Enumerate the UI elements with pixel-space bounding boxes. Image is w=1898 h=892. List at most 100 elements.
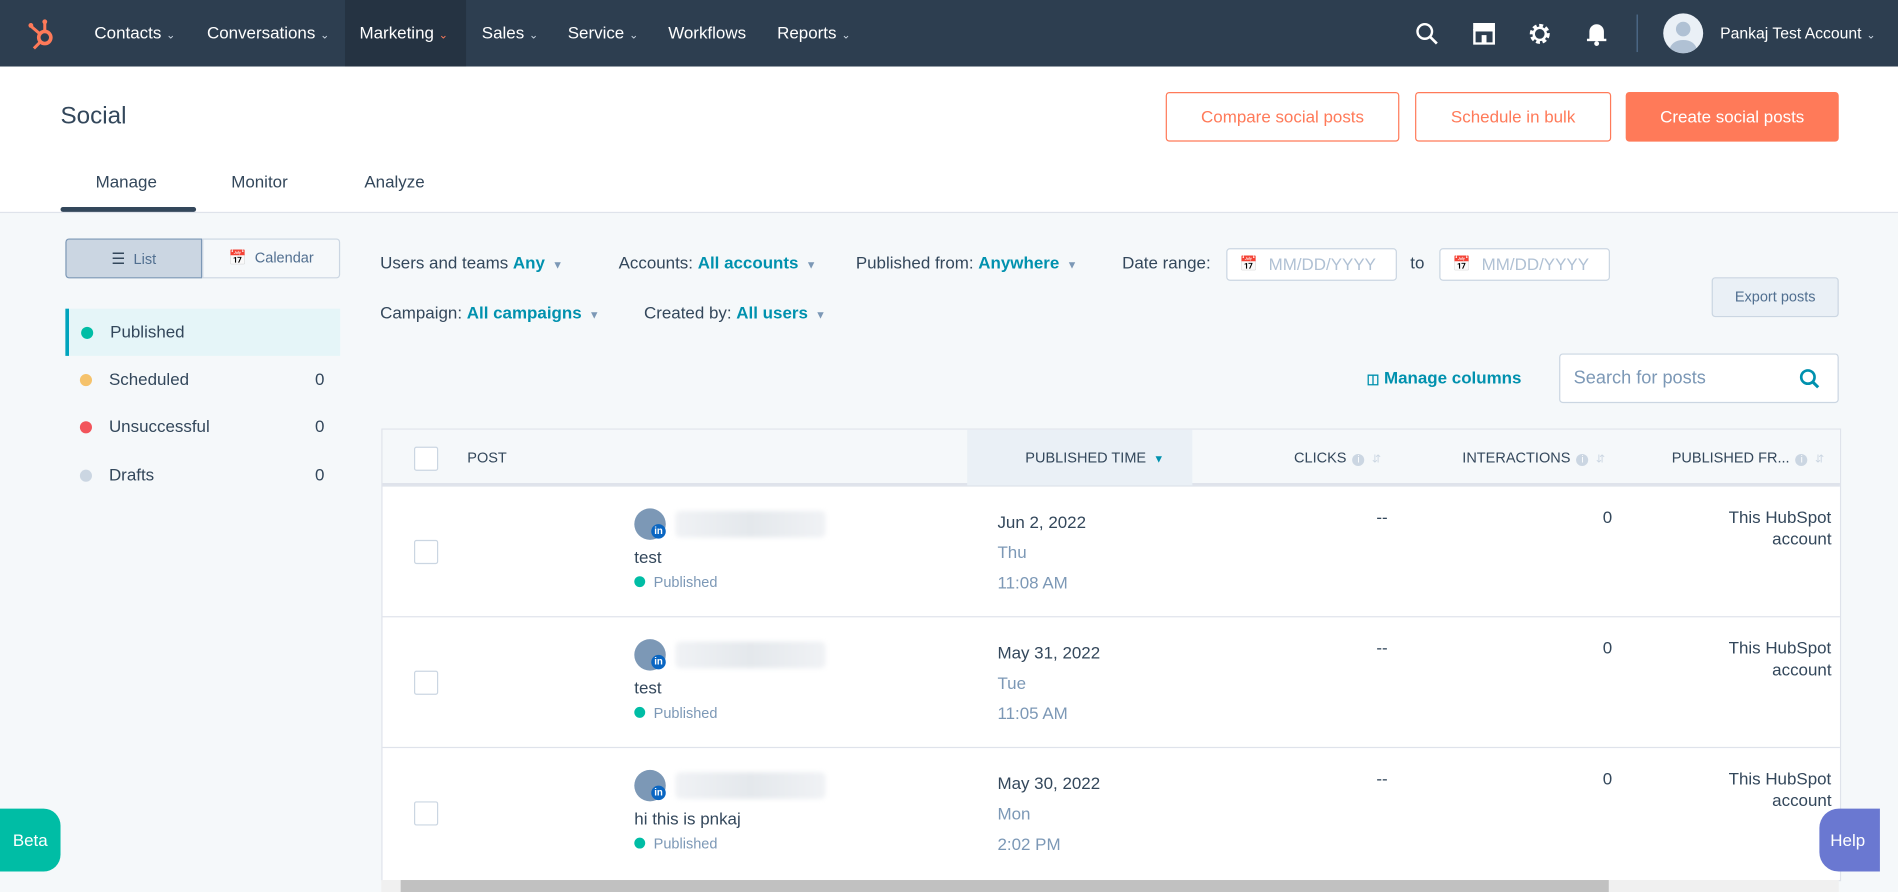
- table-row[interactable]: in test Published Jun 2, 2022 Thu 11:08 …: [382, 485, 1840, 617]
- published-from-filter[interactable]: Published from: Anywhere ▼: [856, 253, 1078, 272]
- export-posts-button[interactable]: Export posts: [1711, 277, 1839, 318]
- clicks-value: --: [1376, 637, 1388, 658]
- marketplace-icon[interactable]: [1471, 21, 1498, 51]
- search-icon[interactable]: [1799, 368, 1821, 396]
- row-checkbox[interactable]: [413, 801, 439, 826]
- status-dot: [81, 326, 94, 339]
- beta-button[interactable]: Beta: [0, 808, 61, 872]
- sidebar-item-drafts[interactable]: Drafts 0: [65, 452, 340, 499]
- caret-down-icon: ▼: [1066, 259, 1078, 272]
- nav-reports[interactable]: Reports ⌄: [777, 0, 850, 67]
- select-all-checkbox[interactable]: [413, 446, 439, 471]
- published-time: 11:08 AM: [997, 572, 1068, 592]
- status-dot: [634, 706, 646, 718]
- page-header: Social Compare social posts Schedule in …: [0, 66, 1898, 214]
- tab-manage[interactable]: Manage: [96, 172, 157, 191]
- published-from-value: This HubSpot: [1728, 637, 1832, 658]
- scrollbar-thumb[interactable]: [400, 880, 1609, 892]
- list-icon: ☰: [111, 249, 126, 268]
- manage-columns-button[interactable]: ◫ Manage columns: [1367, 368, 1522, 387]
- nav-divider: [1636, 14, 1638, 53]
- published-from-value-2: account: [1772, 790, 1832, 810]
- status-dot: [79, 469, 92, 482]
- column-clicks[interactable]: CLICKS i ⇵: [1294, 430, 1381, 486]
- active-tab-indicator: [60, 206, 197, 212]
- published-from-value: This HubSpot: [1728, 507, 1832, 527]
- sort-desc-icon: ▼: [1153, 452, 1165, 465]
- gear-icon[interactable]: [1528, 22, 1552, 52]
- post-text[interactable]: test: [634, 547, 661, 566]
- search-icon[interactable]: [1415, 22, 1439, 52]
- nav-contacts[interactable]: Contacts ⌄: [94, 0, 175, 67]
- sort-icon: ⇵: [1595, 452, 1605, 465]
- tab-monitor[interactable]: Monitor: [231, 172, 288, 191]
- clicks-value: --: [1376, 507, 1388, 527]
- schedule-in-bulk-button[interactable]: Schedule in bulk: [1415, 91, 1612, 142]
- nav-service[interactable]: Service ⌄: [568, 0, 638, 67]
- published-date: May 31, 2022: [997, 642, 1101, 663]
- search-input[interactable]: Search for posts: [1559, 353, 1839, 404]
- date-from-input[interactable]: 📅 MM/DD/YYYY: [1226, 248, 1397, 281]
- row-checkbox[interactable]: [413, 670, 439, 695]
- interactions-value: 0: [1602, 637, 1613, 658]
- campaign-filter[interactable]: Campaign: All campaigns ▼: [380, 303, 600, 322]
- sidebar-item-unsuccessful[interactable]: Unsuccessful 0: [65, 403, 340, 450]
- date-to-label: to: [1410, 252, 1425, 273]
- hubspot-logo[interactable]: [27, 17, 58, 51]
- horizontal-scrollbar[interactable]: [381, 880, 1839, 892]
- account-menu[interactable]: Pankaj Test Account ⌄: [1720, 0, 1875, 67]
- sidebar-item-scheduled[interactable]: Scheduled 0: [65, 356, 340, 403]
- accounts-filter[interactable]: Accounts: All accounts ▼: [619, 253, 817, 272]
- status-dot: [634, 837, 646, 849]
- post-status: Published: [634, 835, 717, 852]
- post-status: Published: [634, 574, 717, 591]
- caret-down-icon: ▼: [588, 308, 600, 321]
- columns-icon: ◫: [1366, 372, 1380, 388]
- tab-analyze[interactable]: Analyze: [364, 172, 424, 191]
- sort-icon: ⇵: [1814, 452, 1825, 465]
- info-icon: i: [1795, 453, 1808, 467]
- table-row[interactable]: in test Published May 31, 2022 Tue 11:05…: [382, 616, 1840, 748]
- post-text[interactable]: test: [634, 678, 661, 697]
- row-checkbox[interactable]: [413, 539, 439, 565]
- date-range-label: Date range:: [1122, 252, 1211, 273]
- published-date: May 30, 2022: [997, 773, 1101, 793]
- nav-marketing[interactable]: Marketing ⌄: [344, 0, 467, 67]
- chevron-down-icon: ⌄: [529, 29, 539, 42]
- help-button[interactable]: Help: [1819, 808, 1880, 872]
- compare-social-posts-button[interactable]: Compare social posts: [1165, 91, 1400, 142]
- caret-down-icon: ▼: [805, 259, 817, 272]
- date-to-input[interactable]: 📅 MM/DD/YYYY: [1439, 248, 1610, 281]
- nav-workflows[interactable]: Workflows: [668, 0, 746, 67]
- account-name-redacted: [675, 510, 826, 538]
- calendar-icon: 📅: [228, 249, 247, 267]
- table-row[interactable]: in hi this is pnkaj Published May 30, 20…: [382, 746, 1840, 879]
- sort-icon: ⇵: [1371, 452, 1382, 465]
- avatar[interactable]: [1663, 13, 1704, 54]
- published-date: Jun 2, 2022: [997, 512, 1087, 532]
- caret-down-icon: ▼: [815, 308, 826, 321]
- create-social-posts-button[interactable]: Create social posts: [1625, 91, 1839, 142]
- sidebar-item-published[interactable]: Published: [65, 308, 341, 356]
- column-published-time[interactable]: PUBLISHED TIME ▼: [1025, 430, 1164, 486]
- top-nav: Contacts ⌄ Conversations ⌄ Marketing ⌄ Sale…: [0, 0, 1898, 67]
- interactions-value: 0: [1602, 507, 1613, 527]
- users-teams-filter[interactable]: Users and teams Any ▼: [380, 253, 563, 272]
- linkedin-icon: in: [651, 654, 666, 670]
- chevron-down-icon: ⌄: [320, 29, 330, 42]
- published-time: 11:05 AM: [997, 703, 1068, 723]
- post-text[interactable]: hi this is pnkaj: [634, 809, 740, 828]
- clicks-value: --: [1376, 768, 1388, 789]
- column-published-from[interactable]: PUBLISHED FR... i ⇵: [1672, 430, 1824, 486]
- created-by-filter[interactable]: Created by: All users ▼: [644, 303, 826, 322]
- page-title: Social: [60, 102, 127, 130]
- column-interactions[interactable]: INTERACTIONS i ⇵: [1462, 430, 1605, 486]
- nav-conversations[interactable]: Conversations ⌄: [207, 0, 329, 67]
- caret-down-icon: ▼: [552, 259, 563, 272]
- status-dot: [634, 576, 646, 588]
- nav-sales[interactable]: Sales ⌄: [482, 0, 538, 67]
- info-icon: i: [1352, 453, 1365, 467]
- list-view-button[interactable]: ☰ List: [65, 238, 203, 279]
- calendar-view-button[interactable]: 📅 Calendar: [202, 238, 341, 279]
- bell-icon[interactable]: [1585, 21, 1609, 54]
